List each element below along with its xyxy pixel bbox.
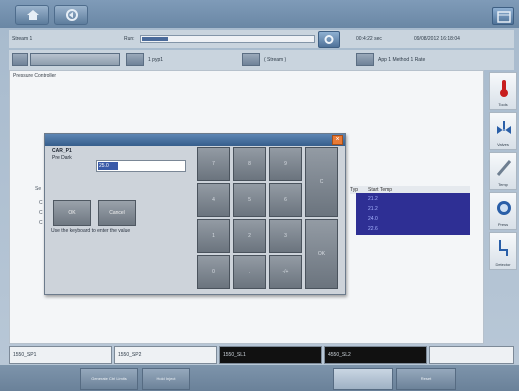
detector-label: Detector: [495, 262, 511, 267]
key-4[interactable]: 4: [197, 183, 230, 217]
reset-button[interactable]: Reset: [396, 368, 456, 390]
setpoint-cell-1[interactable]: 1550_SP1: [9, 346, 112, 364]
hold-inject-button[interactable]: Hold Inject: [142, 368, 190, 390]
status-value-2: ( Stream ): [264, 57, 287, 63]
key-7[interactable]: 7: [197, 147, 230, 181]
side-toolbar: Tools Valves Temp Press Detector: [487, 72, 517, 342]
setpoint-cell-4[interactable]: 4550_SL2: [324, 346, 427, 364]
window-button[interactable]: [492, 7, 514, 25]
valves-button[interactable]: Valves: [489, 112, 517, 150]
bottom-toolbar: Generate Ctrl Limits Hold Inject Reset: [0, 365, 519, 391]
table-row[interactable]: 21.2: [368, 206, 378, 212]
valves-label: Valves: [497, 142, 509, 147]
key-enter[interactable]: OK: [305, 219, 338, 289]
ok-button[interactable]: OK: [53, 200, 91, 226]
thermometer-icon: [500, 80, 508, 97]
value-input-text: 25.0: [98, 162, 118, 170]
key-6[interactable]: 6: [269, 183, 302, 217]
key-2[interactable]: 2: [233, 219, 266, 253]
panel-title: Pressure Controller: [13, 73, 57, 79]
gauge-icon: [497, 201, 511, 215]
run-label: Run:: [124, 36, 135, 42]
press-label: Press: [497, 222, 509, 227]
key-0[interactable]: 0: [197, 255, 230, 289]
app-screen: Stream 1 Run: 00:4:22 sec 09/08/2012 16:…: [0, 0, 519, 391]
key-5[interactable]: 5: [233, 183, 266, 217]
value-entry-dialog: × CAR_P1 Pre Dark 25.0 OK Cancel Use the…: [44, 133, 346, 295]
left-label-3: C: [39, 210, 43, 216]
home-button[interactable]: [15, 5, 49, 25]
setpoint-cell-3[interactable]: 1550_SL1: [219, 346, 322, 364]
dialog-close-button[interactable]: ×: [332, 135, 343, 145]
keyboard-hint: Use the keyboard to enter the value: [51, 228, 131, 234]
temp-button[interactable]: Temp: [489, 152, 517, 190]
table-row[interactable]: 24.0: [368, 216, 378, 222]
home-icon: [27, 10, 39, 20]
tools-label: Tools: [498, 102, 508, 107]
blank-button[interactable]: [333, 368, 393, 390]
key-1[interactable]: 1: [197, 219, 230, 253]
run-progress-fill: [142, 37, 168, 41]
setpoint-cell-5[interactable]: [429, 346, 514, 364]
tools-button[interactable]: Tools: [489, 72, 517, 110]
key-9[interactable]: 9: [269, 147, 302, 181]
generate-limits-button[interactable]: Generate Ctrl Limits: [80, 368, 138, 390]
status-button-1[interactable]: [12, 53, 28, 66]
table-row[interactable]: 22.6: [368, 226, 378, 232]
key-decimal[interactable]: .: [233, 255, 266, 289]
start-temp-table[interactable]: 21.2 21.2 24.0 22.6: [356, 193, 470, 235]
window-icon: [497, 11, 511, 23]
cancel-button[interactable]: Cancel: [98, 200, 136, 226]
left-label-4: C: [39, 220, 43, 226]
status-button-2[interactable]: [126, 53, 144, 66]
gear-icon: [324, 35, 334, 44]
close-icon: ×: [335, 136, 340, 143]
key-sign[interactable]: -/+: [269, 255, 302, 289]
valve-icon: [497, 121, 511, 134]
settings-button[interactable]: [318, 31, 340, 48]
key-8[interactable]: 8: [233, 147, 266, 181]
status-button-4[interactable]: [356, 53, 374, 66]
value-input[interactable]: 25.0: [96, 160, 186, 172]
detector-button[interactable]: Detector: [489, 232, 517, 270]
status-button-3[interactable]: [242, 53, 260, 66]
parameter-name: CAR_P1: [52, 148, 72, 154]
setpoint-cell-2[interactable]: 1550_SP2: [114, 346, 217, 364]
back-icon: [66, 9, 78, 21]
stream-label: Stream 1: [12, 36, 33, 42]
setpoint-row: 1550_SP1 1550_SP2 1550_SL1 4550_SL2: [9, 346, 514, 364]
run-progress-bar: [140, 35, 315, 43]
top-toolbar: [0, 0, 519, 28]
temp-label: Temp: [498, 182, 508, 187]
left-label-1: Se: [35, 186, 42, 192]
current-value-label: Pre Dark: [52, 155, 72, 161]
dialog-title-bar[interactable]: [45, 134, 345, 146]
status-field-1: [30, 53, 120, 66]
left-label-2: C: [39, 200, 43, 206]
table-row[interactable]: 21.2: [368, 196, 378, 202]
pencil-icon: [496, 160, 512, 176]
elapsed-time: 00:4:22 sec: [356, 36, 382, 42]
key-3[interactable]: 3: [269, 219, 302, 253]
press-button[interactable]: Press: [489, 192, 517, 230]
date-time: 09/08/2012 16:18:04: [414, 36, 460, 42]
flow-icon: [499, 240, 508, 256]
numeric-keypad: 7 8 9 C 4 5 6 1 2 3 OK 0 . -/+: [197, 147, 342, 292]
key-clear[interactable]: C: [305, 147, 338, 217]
back-button[interactable]: [54, 5, 88, 25]
status-value-3: App 1 Method 1 Rate: [378, 57, 426, 63]
status-value-1: 1 pyp1: [148, 57, 164, 63]
